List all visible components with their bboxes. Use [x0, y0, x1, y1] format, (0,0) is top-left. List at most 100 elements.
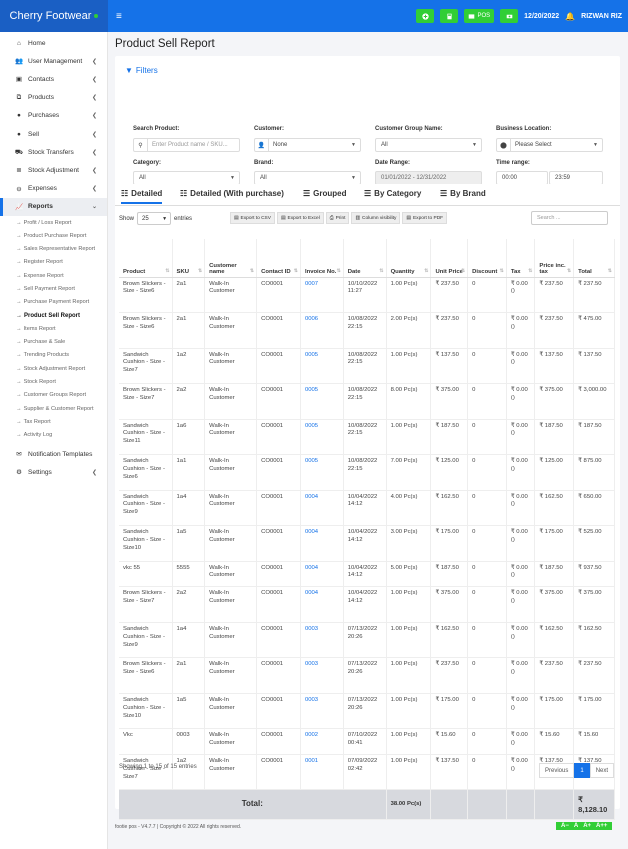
column-header[interactable]: SKU ⇅ — [172, 239, 206, 278]
page-1-button[interactable]: 1 — [574, 763, 590, 778]
tab-detailed-with-purchase[interactable]: ☷ Detailed (With purchase) — [180, 189, 284, 198]
sidebar-item-stock-adjustment[interactable]: ≣ Stock Adjustment ❮ — [0, 161, 107, 179]
invoice-link[interactable]: 0004 — [300, 525, 344, 562]
font-increase-more-button[interactable]: A++ — [594, 823, 609, 829]
table-cell: Walk-In Customer — [204, 693, 258, 730]
time-from-input[interactable]: 00:00 — [496, 171, 548, 185]
invoice-link[interactable]: 0005 — [300, 348, 344, 384]
column-header[interactable]: Unit Price ⇅ — [430, 239, 469, 278]
invoice-link[interactable]: 0005 — [300, 383, 344, 420]
sidebar-subitem[interactable]: → Register Report — [0, 256, 107, 269]
sidebar-subitem[interactable]: → Stock Adjustment Report — [0, 362, 107, 375]
invoice-link[interactable]: 0005 — [300, 454, 344, 491]
invoice-link[interactable]: 0003 — [300, 657, 344, 694]
font-decrease-button[interactable]: A− — [559, 823, 571, 829]
column-header[interactable]: Invoice No. ⇅ — [300, 239, 344, 278]
category-select[interactable]: All ▼ — [133, 171, 240, 185]
bars-icon[interactable]: ≡ — [116, 11, 122, 22]
font-reset-button[interactable]: A — [572, 823, 580, 829]
sidebar-item-products[interactable]: ⧉ Products ❮ — [0, 89, 107, 107]
column-header[interactable]: Price inc. tax ⇅ — [534, 239, 575, 278]
sidebar-subitem[interactable]: → Purchase & Sale — [0, 336, 107, 349]
add-button[interactable] — [416, 9, 435, 23]
invoice-link[interactable]: 0003 — [300, 622, 344, 659]
table-cell: 10/08/2022 22:15 — [343, 348, 387, 384]
sidebar-item-sell[interactable]: ● Sell ❮ — [0, 125, 107, 143]
entries-select[interactable]: 25 ▼ — [137, 212, 172, 225]
next-page-button[interactable]: Next — [589, 763, 615, 778]
table-cell: 7.00 Pc(s) — [386, 454, 432, 491]
export-excel-button[interactable]: ▤ Export to Excel — [276, 212, 324, 224]
filters-toggle[interactable]: ▼ Filters — [125, 66, 158, 75]
tab-by-category[interactable]: ☰ By Category — [364, 189, 421, 198]
column-visibility-button[interactable]: ▥ Column visibility — [351, 212, 401, 224]
calculator-button[interactable] — [440, 9, 459, 23]
export-csv-button[interactable]: ▤ Export to CSV — [230, 212, 275, 224]
pos-button[interactable]: POS — [464, 9, 495, 23]
sidebar-subitem[interactable]: → Activity Log — [0, 429, 107, 442]
invoice-link[interactable]: 0004 — [300, 490, 344, 526]
column-header[interactable]: Product ⇅ — [119, 239, 173, 278]
tab-grouped[interactable]: ☰ Grouped — [303, 189, 347, 198]
sidebar-subitem[interactable]: → Purchase Payment Report — [0, 296, 107, 309]
search-product-input[interactable]: ⚲ Enter Product name / SKU... — [133, 138, 240, 152]
table-cell: 0 — [467, 561, 507, 588]
invoice-link[interactable]: 0001 — [300, 754, 344, 791]
invoice-link[interactable]: 0002 — [300, 728, 344, 755]
column-header[interactable]: Contact ID ⇅ — [256, 239, 301, 278]
time-to-input[interactable]: 23:59 — [549, 171, 603, 185]
customer-group-select[interactable]: All ▼ — [375, 138, 482, 152]
sidebar-subitem[interactable]: → Stock Report — [0, 375, 107, 388]
tab-detailed[interactable]: ☷ Detailed — [121, 189, 163, 204]
invoice-link[interactable]: 0003 — [300, 693, 344, 730]
customer-select[interactable]: 👤 None ▼ — [254, 138, 361, 152]
sidebar-item-expenses[interactable]: ⊖ Expenses ❮ — [0, 180, 107, 198]
user-menu[interactable]: RIZWAN RIZ — [581, 13, 622, 20]
sidebar-subitem[interactable]: → Sell Payment Report — [0, 282, 107, 295]
brand-logo[interactable]: Cherry Footwear — [0, 0, 108, 32]
sidebar-subitem-label: Items Report — [23, 325, 56, 332]
column-header[interactable]: Quantity ⇅ — [386, 239, 432, 278]
sidebar-subitem[interactable]: → Product Sell Report — [0, 309, 107, 322]
sidebar-item-reports[interactable]: 📈 Reports ⌄ — [0, 197, 107, 216]
previous-page-button[interactable]: Previous — [539, 763, 575, 778]
sidebar-item-notification-templates[interactable]: ✉ Notification Templates — [0, 445, 107, 463]
sidebar-item-stock-transfers[interactable]: ⛟ Stock Transfers ❮ — [0, 143, 107, 161]
column-header[interactable]: Tax ⇅ — [506, 239, 536, 278]
invoice-link[interactable]: 0004 — [300, 561, 344, 588]
sidebar-item-contacts[interactable]: ▣ Contacts ❮ — [0, 70, 107, 88]
print-button[interactable]: ⎙ Print — [325, 212, 350, 224]
table-search-input[interactable]: Search ... — [531, 211, 608, 225]
sidebar-subitem[interactable]: → Profit / Loss Report — [0, 216, 107, 229]
sidebar-item-purchases[interactable]: ● Purchases ❮ — [0, 107, 107, 125]
sidebar-subitem[interactable]: → Supplier & Customer Report — [0, 402, 107, 415]
sidebar-item-settings[interactable]: ⚙ Settings ❮ — [0, 463, 107, 481]
column-header[interactable]: Date ⇅ — [343, 239, 387, 278]
sidebar-subitem[interactable]: → Sales Representative Report — [0, 242, 107, 255]
cash-button[interactable] — [500, 9, 519, 23]
export-pdf-button[interactable]: ▤ Export to PDF — [402, 212, 448, 224]
sidebar-subitem[interactable]: → Customer Groups Report — [0, 389, 107, 402]
brand-select[interactable]: All ▼ — [254, 171, 361, 185]
sidebar-item-user-management[interactable]: 👥 User Management ❮ — [0, 52, 107, 70]
tab-by-brand[interactable]: ☰ By Brand — [440, 189, 486, 198]
business-location-select[interactable]: ⬤ Please Select ▼ — [496, 138, 603, 152]
invoice-link[interactable]: 0006 — [300, 312, 344, 349]
sidebar-subitem[interactable]: → Product Purchase Report — [0, 229, 107, 242]
sidebar-subitem[interactable]: → Expense Report — [0, 269, 107, 282]
column-header[interactable]: Discount ⇅ — [467, 239, 507, 278]
sidebar-subitem[interactable]: → Trending Products — [0, 349, 107, 362]
invoice-link[interactable]: 0007 — [300, 277, 344, 313]
bell-icon[interactable]: 🔔 — [565, 12, 575, 21]
sidebar-subitem[interactable]: → Tax Report — [0, 415, 107, 428]
invoice-link[interactable]: 0004 — [300, 586, 344, 623]
column-header[interactable]: Total ⇅ — [573, 239, 615, 278]
column-header-label: Product — [123, 268, 146, 275]
column-header[interactable]: Customer name ⇅ — [204, 239, 258, 278]
sidebar-subitem[interactable]: → Items Report — [0, 322, 107, 335]
invoice-link[interactable]: 0005 — [300, 419, 344, 455]
sidebar-item-home[interactable]: ⌂ Home — [0, 34, 107, 52]
date-range-input[interactable]: 01/01/2022 - 12/31/2022 — [375, 171, 482, 185]
font-increase-button[interactable]: A+ — [581, 823, 593, 829]
column-header-label: Date — [347, 268, 361, 275]
